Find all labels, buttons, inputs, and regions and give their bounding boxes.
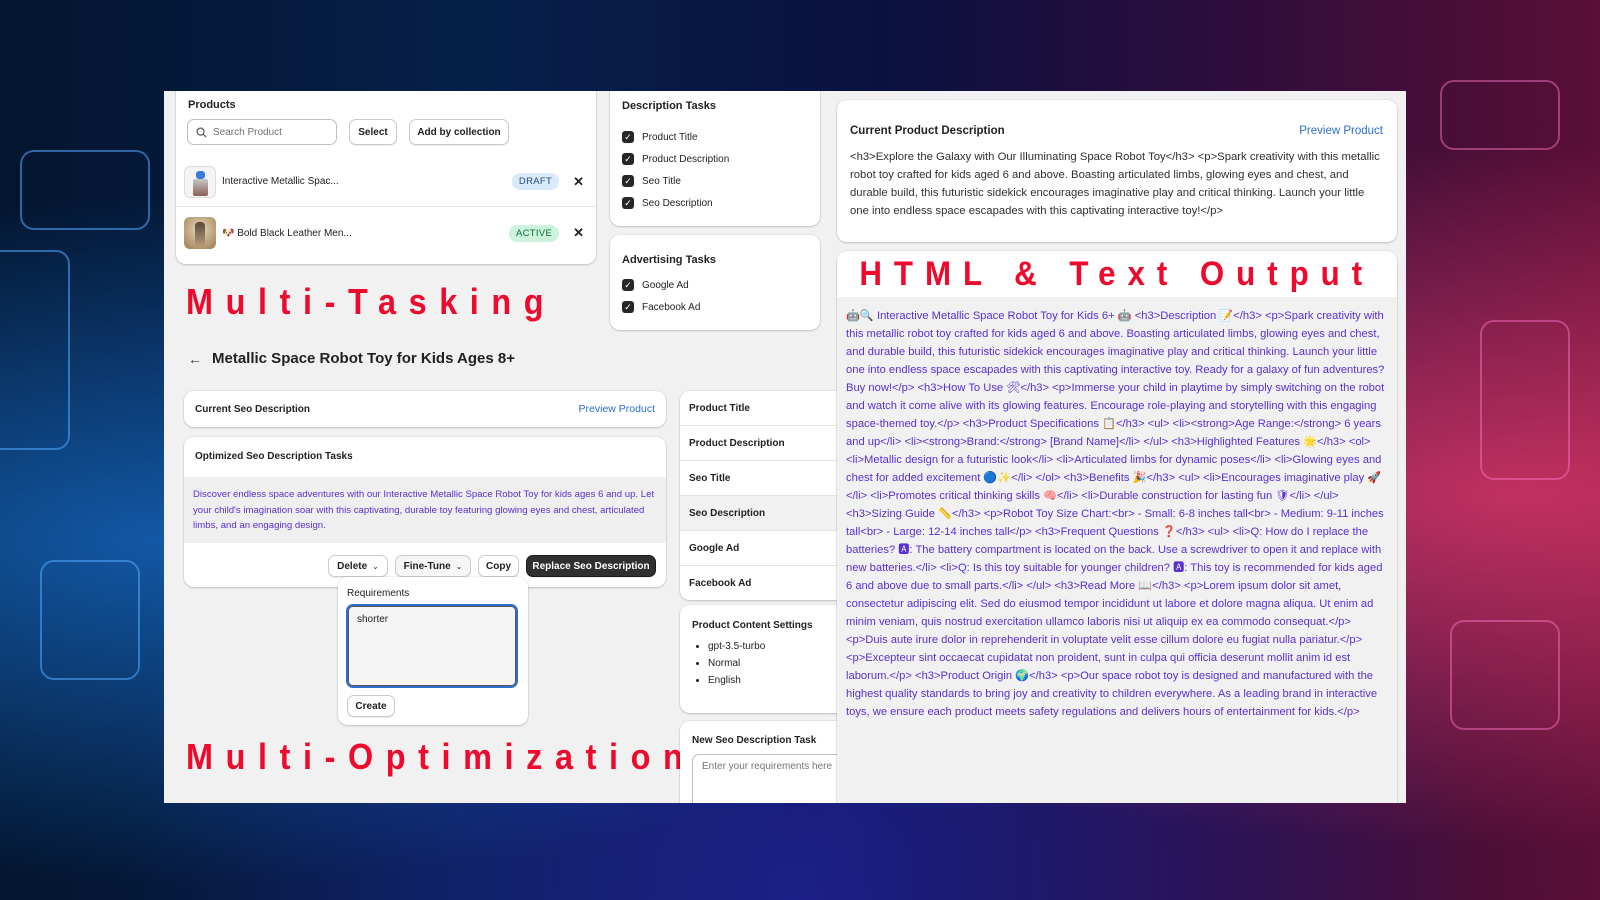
background-circuit-decoration [1440, 80, 1560, 150]
delete-label: Delete [337, 560, 368, 572]
remove-product-close-icon[interactable]: ✕ [573, 174, 584, 190]
advertising-tasks-title: Advertising Tasks [622, 254, 716, 266]
nav-item-google-ad[interactable]: Google Ad [680, 531, 840, 566]
background-circuit-decoration [40, 560, 140, 680]
fine-tune-popover: Requirements shorter Create [338, 577, 528, 725]
product-name: Interactive Metallic Spac... [222, 176, 339, 187]
chevron-down-icon: ⌄ [372, 561, 379, 571]
optimized-seo-title: Optimized Seo Description Tasks [195, 451, 353, 462]
product-thumbnail-robot [184, 165, 216, 198]
checkbox-label: Seo Description [642, 197, 713, 209]
description-tasks-title: Description Tasks [622, 100, 716, 112]
nav-item-product-description[interactable]: Product Description [680, 426, 840, 461]
checkbox-checked-icon[interactable]: ✓ [622, 175, 634, 187]
content-settings-list: gpt-3.5-turbo Normal English [708, 641, 765, 692]
back-arrow-icon[interactable]: ← [188, 351, 202, 367]
checkbox-label: Seo Title [642, 175, 681, 187]
current-seo-description-card: Current Seo Description Preview Product [184, 391, 666, 427]
page-title: Metallic Space Robot Toy for Kids Ages 8… [212, 350, 515, 367]
advertising-tasks-card: Advertising Tasks ✓ Google Ad ✓ Facebook A… [610, 235, 820, 330]
current-product-description-title: Current Product Description [850, 125, 1005, 137]
create-button[interactable]: Create [347, 695, 395, 717]
preview-product-link[interactable]: Preview Product [579, 403, 655, 415]
checkbox-checked-icon[interactable]: ✓ [622, 131, 634, 143]
generated-output-text: 🤖🔍 Interactive Metallic Space Robot Toy … [837, 297, 1397, 803]
setting-tone: Normal [708, 658, 765, 669]
fine-tune-label: Fine-Tune [403, 560, 451, 572]
checkbox-seo-title[interactable]: ✓ Seo Title [622, 175, 681, 187]
checkbox-label: Product Title [642, 131, 698, 143]
requirements-textarea[interactable]: shorter [346, 604, 518, 688]
nav-item-seo-description[interactable]: Seo Description [680, 496, 840, 531]
page-heading: ← Metallic Space Robot Toy for Kids Ages… [188, 350, 515, 367]
html-text-output-card: HTML & Text Output 🤖🔍 Interactive Metall… [837, 251, 1397, 803]
products-title: Products [188, 99, 236, 111]
products-card: Products Search Product Select Add by co… [176, 91, 596, 264]
product-row[interactable]: Interactive Metallic Spac... DRAFT ✕ [176, 157, 596, 207]
product-content-settings-card: Product Content Settings gpt-3.5-turbo N… [680, 605, 840, 713]
checkbox-google-ad[interactable]: ✓ Google Ad [622, 279, 689, 291]
optimized-seo-text: Discover endless space adventures with o… [184, 477, 666, 543]
select-button[interactable]: Select [349, 119, 397, 145]
task-nav-list: Product Title Product Description Seo Ti… [680, 391, 840, 600]
current-seo-title: Current Seo Description [195, 404, 311, 415]
chevron-down-icon: ⌄ [455, 561, 463, 571]
checkbox-label: Facebook Ad [642, 301, 701, 313]
delete-dropdown-button[interactable]: Delete ⌄ [328, 555, 388, 577]
checkbox-seo-description[interactable]: ✓ Seo Description [622, 197, 713, 209]
overlay-multi-tasking: Multi-Tasking [186, 281, 557, 322]
nav-item-seo-title[interactable]: Seo Title [680, 461, 840, 496]
product-thumbnail-coat [184, 217, 216, 249]
product-name: 🐶 Bold Black Leather Men... [222, 227, 352, 239]
checkbox-checked-icon[interactable]: ✓ [622, 153, 634, 165]
checkbox-facebook-ad[interactable]: ✓ Facebook Ad [622, 301, 700, 313]
status-badge-draft: DRAFT [511, 173, 560, 190]
new-task-requirements-input[interactable] [692, 754, 852, 803]
nav-item-product-title[interactable]: Product Title [680, 391, 840, 426]
checkbox-label: Product Description [642, 153, 730, 165]
background-circuit-decoration [0, 250, 70, 450]
background-circuit-decoration [1450, 620, 1560, 730]
checkbox-label: Google Ad [642, 279, 689, 291]
new-seo-task-title: New Seo Description Task [692, 735, 817, 746]
copy-button[interactable]: Copy [478, 555, 519, 577]
overlay-multi-optimization: Multi-Optimization [186, 736, 696, 777]
overlay-html-text-output: HTML & Text Output [859, 254, 1375, 293]
setting-model: gpt-3.5-turbo [708, 641, 765, 652]
replace-seo-description-button[interactable]: Replace Seo Description [526, 555, 656, 577]
background-circuit-decoration [20, 150, 150, 230]
optimized-seo-tasks-card: Optimized Seo Description Tasks Discover… [184, 437, 666, 587]
fine-tune-dropdown-button[interactable]: Fine-Tune ⌄ [395, 555, 471, 577]
output-header: HTML & Text Output [837, 251, 1397, 297]
new-seo-task-card: New Seo Description Task [680, 721, 852, 803]
checkbox-product-title[interactable]: ✓ Product Title [622, 131, 698, 143]
product-row[interactable]: 🐶 Bold Black Leather Men... ACTIVE ✕ [176, 208, 596, 258]
description-tasks-card: Description Tasks ✓ Product Title ✓ Produc… [610, 91, 820, 226]
add-by-collection-button[interactable]: Add by collection [409, 119, 509, 145]
checkbox-product-description[interactable]: ✓ Product Description [622, 153, 729, 165]
checkbox-checked-icon[interactable]: ✓ [622, 301, 634, 313]
content-settings-title: Product Content Settings [692, 620, 813, 631]
search-placeholder: Search Product [213, 126, 282, 138]
status-badge-active: ACTIVE [508, 224, 560, 242]
search-icon [196, 126, 207, 138]
app-screenshot-frame: Products Search Product Select Add by co… [164, 91, 1406, 803]
checkbox-checked-icon[interactable]: ✓ [622, 279, 634, 291]
preview-product-link[interactable]: Preview Product [1299, 125, 1383, 137]
current-product-description-card: Current Product Description Preview Prod… [837, 100, 1397, 242]
requirements-label: Requirements [347, 588, 410, 599]
setting-language: English [708, 675, 765, 686]
remove-product-close-icon[interactable]: ✕ [573, 225, 584, 241]
search-product-input[interactable]: Search Product [187, 119, 337, 145]
current-product-description-text: <h3>Explore the Galaxy with Our Illumina… [850, 151, 1380, 217]
background-circuit-decoration [1480, 320, 1570, 480]
nav-item-facebook-ad[interactable]: Facebook Ad [680, 566, 840, 600]
checkbox-checked-icon[interactable]: ✓ [622, 197, 634, 209]
